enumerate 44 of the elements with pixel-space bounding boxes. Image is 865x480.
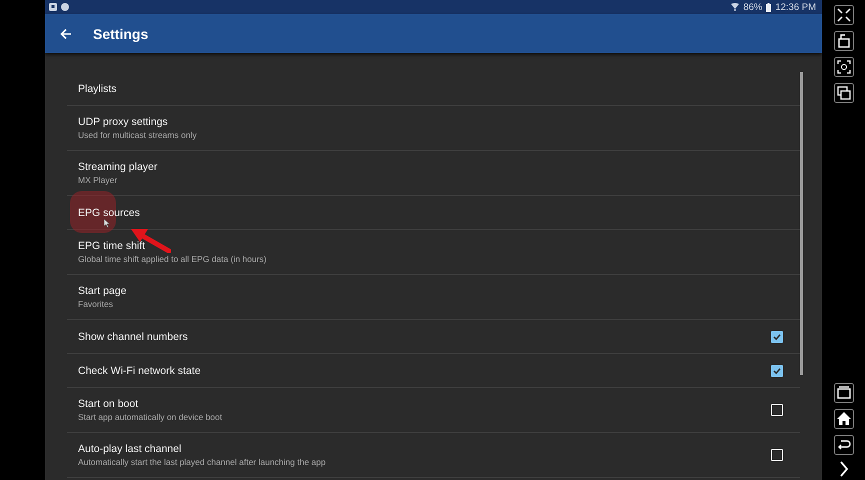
setting-subtitle: Automatically start the last played channel after launching the app xyxy=(78,457,327,467)
setting-title: Streaming player xyxy=(78,161,158,173)
notification-icon xyxy=(49,3,57,11)
back-icon[interactable] xyxy=(834,435,854,455)
checkbox[interactable] xyxy=(771,364,783,376)
setting-title: EPG sources xyxy=(78,206,140,218)
settings-item[interactable]: Streaming player MX Player xyxy=(67,151,800,196)
battery-icon xyxy=(766,2,772,12)
setting-title: Check Wi-Fi network state xyxy=(78,364,201,376)
mouse-cursor-icon xyxy=(104,219,110,228)
settings-item[interactable]: Check Wi-Fi network state xyxy=(67,354,800,388)
setting-subtitle: MX Player xyxy=(78,175,118,185)
setting-title: UDP proxy settings xyxy=(78,116,168,128)
setting-title: Show channel numbers xyxy=(78,330,188,342)
wifi-icon xyxy=(731,3,740,11)
setting-title: Playlists xyxy=(78,82,117,94)
battery-percent: 86% xyxy=(743,2,762,12)
checkbox[interactable] xyxy=(771,330,783,342)
setting-title: Start page xyxy=(78,285,126,297)
windows-icon[interactable] xyxy=(834,83,854,103)
setting-subtitle: Used for multicast streams only xyxy=(78,130,198,140)
settings-item[interactable]: EPG sources xyxy=(67,196,800,230)
setting-subtitle: Global time shift applied to all EPG data (in hours) xyxy=(78,254,268,264)
scrollbar[interactable] xyxy=(800,72,803,375)
chevron-right-icon[interactable] xyxy=(838,461,848,477)
home-icon[interactable] xyxy=(834,409,854,429)
settings-item[interactable]: Start on boot Start app automatically on device boot xyxy=(67,388,800,433)
settings-item[interactable]: UDP proxy settings Used for multicast streams only xyxy=(67,106,800,151)
recent-apps-icon[interactable] xyxy=(834,383,854,403)
rotate-icon[interactable] xyxy=(834,31,854,51)
settings-item[interactable]: Auto-play last channel Automatically start the last played channel after launching the app xyxy=(67,433,800,478)
settings-item[interactable]: Start page Favorites xyxy=(67,275,800,320)
setting-subtitle: Favorites xyxy=(78,299,114,309)
collapse-icon[interactable] xyxy=(834,5,854,25)
screenshot-icon[interactable] xyxy=(834,57,854,77)
settings-item[interactable]: Playlists xyxy=(67,72,800,106)
clock-time: 12:36 PM xyxy=(775,2,816,12)
settings-item[interactable]: Show channel numbers xyxy=(67,320,800,354)
setting-title: Start on boot xyxy=(78,398,138,410)
setting-subtitle: Start app automatically on device boot xyxy=(78,412,224,422)
back-arrow-icon[interactable] xyxy=(60,28,72,40)
setting-title: Auto-play last channel xyxy=(78,443,182,455)
app-bar-title: Settings xyxy=(93,26,148,42)
setting-title: EPG time shift xyxy=(78,240,146,252)
